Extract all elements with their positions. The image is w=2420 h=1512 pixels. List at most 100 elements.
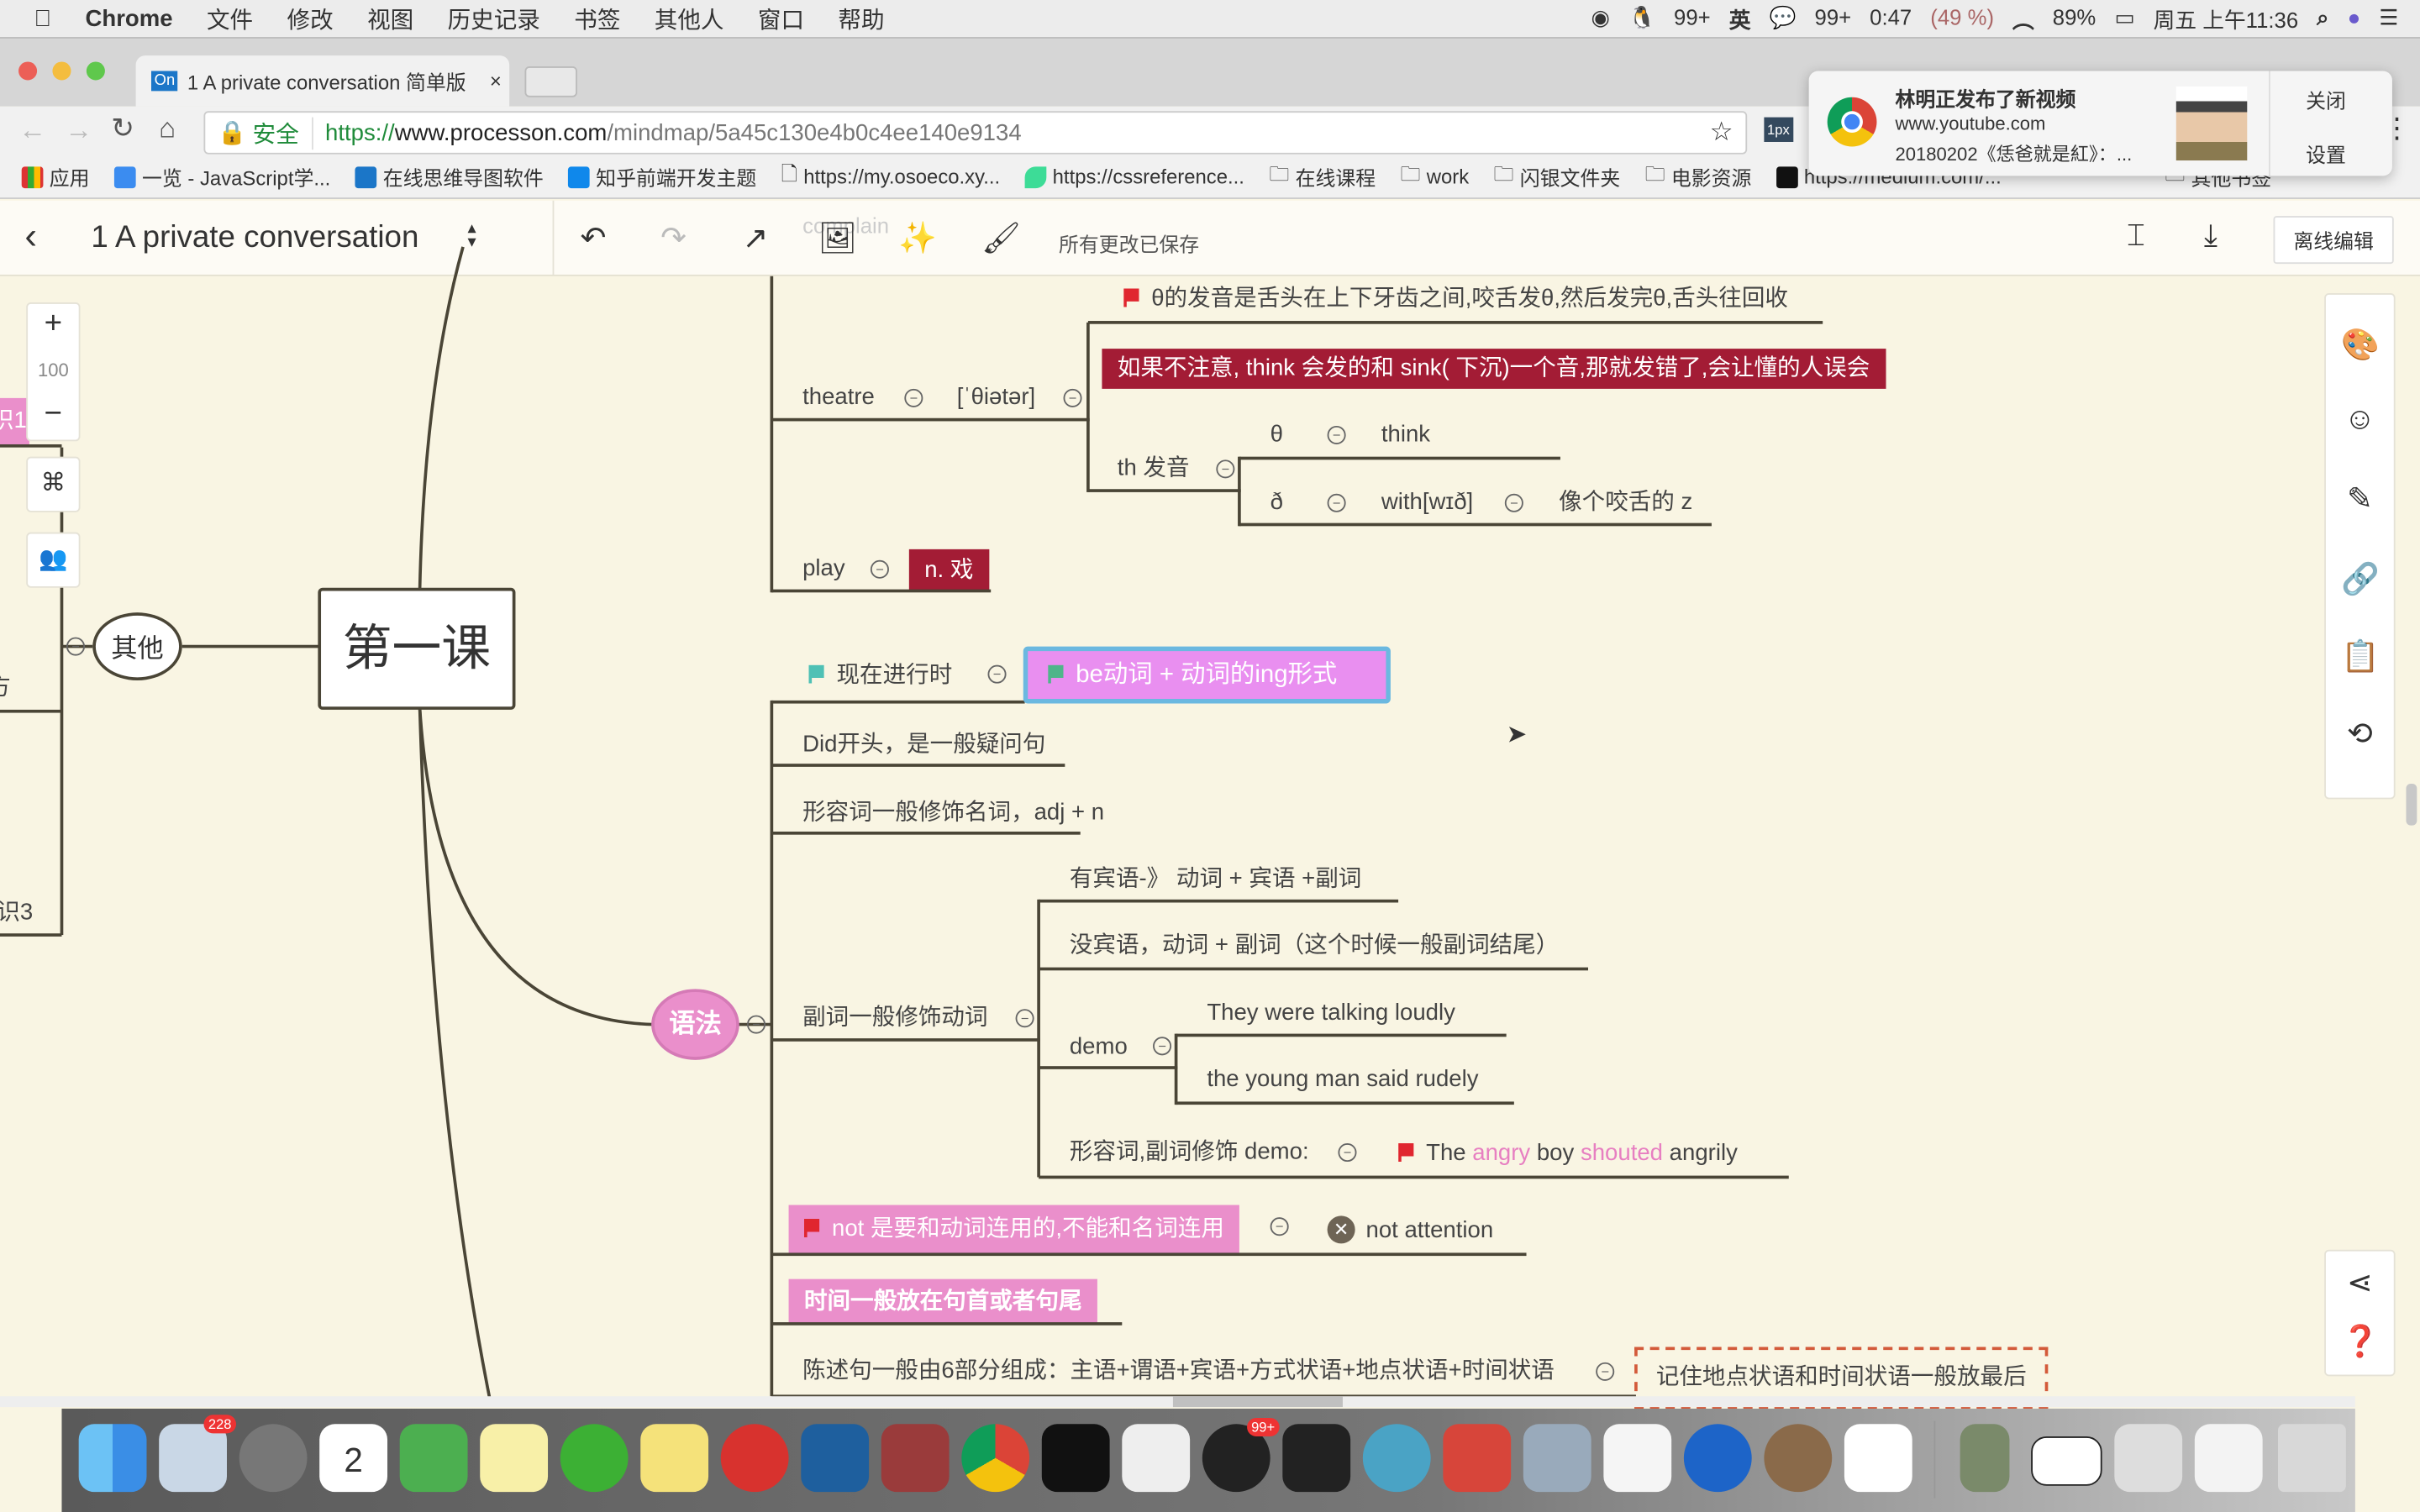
collapse-toggle[interactable]: − xyxy=(1015,1009,1034,1028)
history-icon[interactable]: ⟲ xyxy=(2341,714,2378,753)
task-icon[interactable]: 📋 xyxy=(2341,638,2380,676)
node-grammar[interactable]: 语法 xyxy=(651,989,739,1060)
node-not-attention[interactable]: not attention xyxy=(1366,1215,1494,1247)
launchpad-icon[interactable] xyxy=(239,1424,308,1493)
preview-icon[interactable] xyxy=(1523,1424,1591,1493)
recent-file-icon[interactable] xyxy=(2114,1424,2183,1493)
recent-file-icon[interactable] xyxy=(1960,1424,2010,1493)
notes-icon[interactable] xyxy=(480,1424,549,1493)
finder-icon[interactable] xyxy=(78,1424,147,1493)
underline xyxy=(1176,1101,1514,1105)
structure-button[interactable]: ⌘ xyxy=(26,456,81,512)
emoji-icon[interactable]: ☺ xyxy=(2341,402,2378,438)
node-adv-obj[interactable]: 有宾语-》 动词 + 宾语 +副词 xyxy=(1070,864,1361,895)
palette-icon[interactable]: 🎨 xyxy=(2341,326,2380,365)
node-root[interactable]: 第一课 xyxy=(318,587,516,710)
node-adv-noobj[interactable]: 没宾语，动词 + 副词（这个时候一般副词结尾） xyxy=(1070,931,1559,962)
branch-line xyxy=(1174,1033,1178,1105)
zoom-out-button[interactable]: − xyxy=(28,396,79,432)
wunderlist-icon[interactable] xyxy=(1443,1424,1512,1493)
node-theatre[interactable]: theatre xyxy=(802,383,875,414)
textedit-icon[interactable] xyxy=(1603,1424,1672,1493)
baidu-netdisk-icon[interactable] xyxy=(1844,1424,1912,1493)
mail-icon[interactable]: 228 xyxy=(159,1415,237,1493)
x-circle-icon: ✕ xyxy=(1327,1215,1355,1244)
zoom-in-button[interactable]: + xyxy=(28,307,79,343)
underline xyxy=(771,832,1081,835)
node-play-meaning[interactable]: n. 戏 xyxy=(908,549,989,591)
node-eth-note[interactable]: 像个咬舌的 z xyxy=(1559,487,1692,518)
collapse-toggle[interactable]: − xyxy=(1216,459,1235,479)
link-icon[interactable]: 🔗 xyxy=(2341,560,2380,599)
node-theta-note[interactable]: θ的发音是舌头在上下牙齿之间,咬舌发θ,然后发完θ,舌头往回收 xyxy=(1123,284,1788,315)
vertical-scrollbar[interactable] xyxy=(2406,784,2417,826)
dock-divider xyxy=(1933,1420,1936,1499)
markdown-icon[interactable] xyxy=(1362,1424,1431,1493)
calendar-icon[interactable]: 2 xyxy=(319,1424,388,1493)
node-adv[interactable]: 副词一般修饰动词 xyxy=(802,1003,987,1034)
node-sentence[interactable]: 陈述句一般由6部分组成：主语+谓语+宾语+方式状语+地点状语+时间状语 xyxy=(802,1356,1555,1387)
node-demo[interactable]: demo xyxy=(1070,1032,1128,1063)
node-theatre-ipa[interactable]: [ˈθiətər] xyxy=(957,383,1035,414)
collapse-toggle[interactable]: − xyxy=(1063,388,1082,407)
collapse-toggle[interactable]: − xyxy=(904,388,923,407)
collapse-toggle[interactable]: − xyxy=(1153,1037,1172,1056)
collapse-toggle[interactable]: − xyxy=(66,637,86,656)
stickies-icon[interactable] xyxy=(640,1424,709,1493)
collapse-toggle[interactable]: − xyxy=(870,559,889,579)
node-theta[interactable]: θ xyxy=(1270,420,1283,451)
collapse-toggle[interactable]: − xyxy=(1327,425,1346,444)
node-th-sound[interactable]: th 发音 xyxy=(1118,454,1190,485)
collapse-toggle[interactable]: − xyxy=(987,664,1007,684)
note-icon[interactable]: ✎ xyxy=(2341,480,2378,518)
qq-icon[interactable]: 99+ xyxy=(1202,1417,1280,1493)
evernote-icon[interactable] xyxy=(399,1424,468,1493)
node-adjadv[interactable]: 形容词,副词修饰 demo: xyxy=(1070,1137,1309,1168)
downloads-stack-icon[interactable] xyxy=(2194,1424,2263,1493)
horizontal-scrollbar[interactable] xyxy=(1172,1396,1343,1408)
trash-icon[interactable] xyxy=(2278,1424,2346,1493)
collapse-toggle[interactable]: − xyxy=(1327,493,1346,512)
node-demo-2[interactable]: the young man said rudely xyxy=(1207,1064,1478,1095)
collapse-toggle[interactable]: − xyxy=(1270,1217,1289,1236)
green-flag-icon xyxy=(1048,664,1064,684)
node-present-continuous-rule[interactable]: be动词 + 动词的ing形式 xyxy=(1023,646,1391,704)
installer-icon[interactable] xyxy=(1764,1424,1833,1493)
collapse-toggle[interactable]: − xyxy=(1338,1143,1357,1163)
node-did[interactable]: Did开头，是一般疑问句 xyxy=(802,730,1045,761)
recent-file-icon[interactable] xyxy=(2031,1436,2102,1486)
node-left-partial-2[interactable]: 方 xyxy=(0,673,11,704)
node-play[interactable]: play xyxy=(802,554,845,585)
wechat-icon[interactable] xyxy=(560,1424,629,1493)
help-icon[interactable]: ❓ xyxy=(2341,1322,2380,1361)
terminal-icon[interactable] xyxy=(1041,1424,1110,1493)
quicktime-icon[interactable] xyxy=(1683,1424,1752,1493)
node-warning[interactable]: 如果不注意, think 会发的和 sink( 下沉)一个音,那就发错了,会让懂… xyxy=(1102,349,1886,389)
node-with[interactable]: with[wɪð] xyxy=(1381,487,1473,518)
node-time-rule[interactable]: 时间一般放在句首或者句尾 xyxy=(788,1278,1097,1324)
node-left-partial-1[interactable]: 识1 xyxy=(0,397,30,444)
numbers-icon[interactable] xyxy=(1122,1424,1191,1493)
chrome-icon[interactable] xyxy=(961,1424,1030,1493)
node-text: be动词 + 动词的ing形式 xyxy=(1076,661,1338,689)
dictionary-icon[interactable] xyxy=(881,1424,950,1493)
share-icon[interactable]: ⋖ xyxy=(2341,1263,2378,1302)
iterm-icon[interactable] xyxy=(1282,1424,1351,1493)
node-example-sentence[interactable]: The angry boy shouted angrily xyxy=(1398,1139,1738,1170)
node-adj[interactable]: 形容词一般修饰名词，adj + n xyxy=(802,798,1104,829)
branch-line xyxy=(1238,456,1241,527)
collapse-toggle[interactable]: − xyxy=(746,1015,766,1034)
node-not-rule[interactable]: not 是要和动词连用的,不能和名词连用 xyxy=(788,1205,1240,1255)
vscode-icon[interactable] xyxy=(801,1424,870,1493)
netease-music-icon[interactable] xyxy=(720,1424,789,1493)
collapse-toggle[interactable]: − xyxy=(1596,1362,1615,1381)
node-present-continuous[interactable]: 现在进行时 xyxy=(808,660,952,691)
node-left-partial-3[interactable]: 识3 xyxy=(0,898,33,929)
collapse-toggle[interactable]: − xyxy=(1504,493,1523,512)
node-eth[interactable]: ð xyxy=(1270,487,1283,518)
node-think[interactable]: think xyxy=(1381,420,1430,451)
node-demo-1[interactable]: They were talking loudly xyxy=(1207,998,1455,1029)
node-other[interactable]: 其他 xyxy=(92,612,182,681)
help-panel: ⋖ ❓ xyxy=(2324,1249,2396,1377)
collaborators-button[interactable]: 👥 xyxy=(26,532,81,588)
